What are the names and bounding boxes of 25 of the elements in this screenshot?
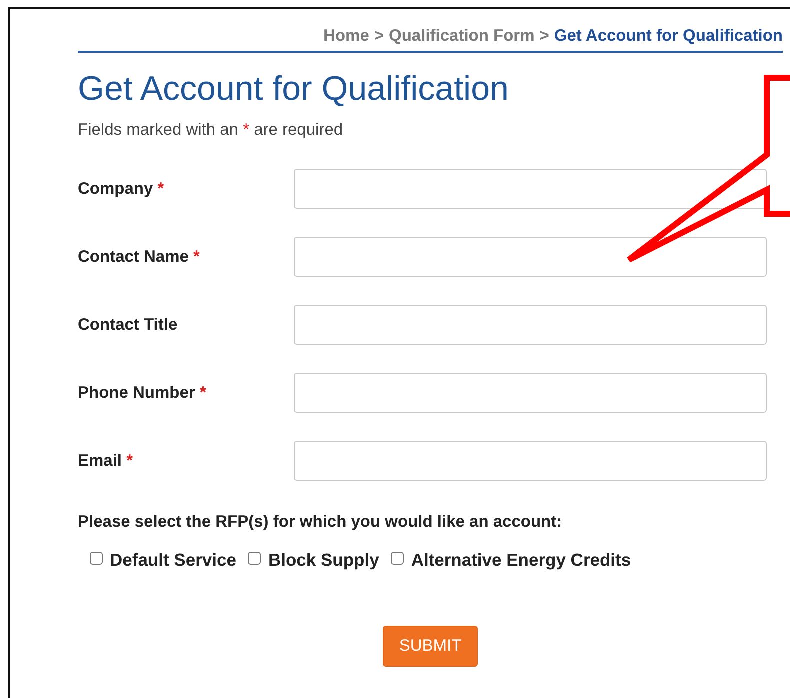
checkbox[interactable] bbox=[248, 552, 262, 565]
checkbox-label: Block Supply bbox=[268, 550, 380, 571]
checkbox[interactable] bbox=[90, 552, 103, 565]
required-note: Fields marked with an * are required bbox=[78, 121, 344, 140]
field-label: Company * bbox=[78, 180, 166, 198]
breadcrumb-link[interactable]: Home bbox=[324, 27, 370, 46]
breadcrumb-link[interactable]: Get Account for Qualification bbox=[554, 27, 783, 46]
input-field[interactable] bbox=[294, 169, 767, 209]
checkbox-label: Alternative Energy Credits bbox=[411, 550, 632, 571]
input-field[interactable] bbox=[294, 373, 767, 413]
breadcrumb-separator: > bbox=[374, 27, 384, 46]
submit-button[interactable]: SUBMIT bbox=[383, 626, 478, 667]
rfp-question: Please select the RFP(s) for which you would like an account: bbox=[78, 513, 564, 532]
field-label: Email * bbox=[78, 452, 134, 470]
page-title: Get Account for Qualification bbox=[78, 69, 510, 109]
input-field[interactable] bbox=[294, 441, 767, 481]
field-label: Contact Title bbox=[78, 316, 179, 334]
checkbox[interactable] bbox=[391, 552, 404, 565]
checkbox-label: Default Service bbox=[110, 550, 236, 571]
input-field[interactable] bbox=[294, 305, 767, 345]
breadcrumb-separator: > bbox=[540, 27, 550, 46]
breadcrumb-link[interactable]: Qualification Form bbox=[389, 27, 535, 46]
input-field[interactable] bbox=[294, 237, 767, 277]
field-label: Phone Number * bbox=[78, 384, 208, 402]
field-label: Contact Name * bbox=[78, 248, 201, 266]
